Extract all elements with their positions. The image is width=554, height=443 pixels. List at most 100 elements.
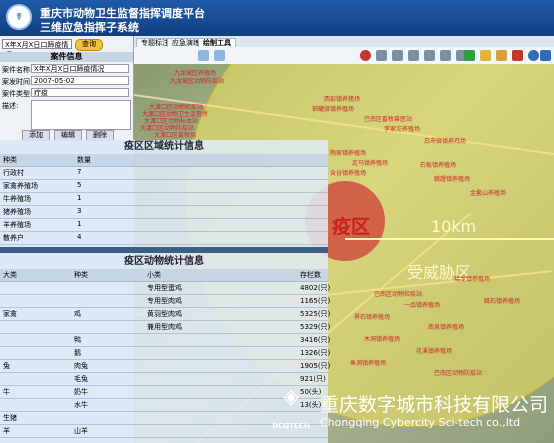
- table-cell: 3416(只): [300, 336, 331, 344]
- map-poi-label[interactable]: 界石镇养殖场: [354, 312, 390, 321]
- map-poi-label[interactable]: 白市驿镇养鸡场: [424, 136, 466, 145]
- section-divider: [0, 247, 328, 253]
- table-cell: 1326(只): [300, 349, 331, 357]
- epidemic-stats-header: 种类 数量: [0, 154, 328, 167]
- case-type-label: 案件类型:: [2, 90, 33, 98]
- add-icon[interactable]: [464, 50, 475, 61]
- table-row: 散养户 4: [0, 232, 328, 245]
- table-cell: 黄羽型肉鸡: [147, 310, 182, 318]
- table-cell: 1: [77, 194, 82, 202]
- table-cell: 4: [77, 233, 82, 241]
- map-poi-label[interactable]: 走马镇养殖场: [352, 158, 388, 167]
- map-poi-label[interactable]: 金鳌山养殖场: [470, 188, 506, 197]
- rectangle-tool-icon[interactable]: [424, 50, 435, 61]
- table-cell: 羊: [3, 427, 10, 435]
- map-poi-label[interactable]: 陶家镇养殖场: [330, 148, 366, 157]
- table-cell: 7: [77, 168, 82, 176]
- table-cell: 山羊: [74, 427, 88, 435]
- column-header: 数量: [77, 156, 91, 164]
- app-subtitle: 三维应急指挥子系统: [40, 21, 139, 34]
- table-row: 牛养殖场 1: [0, 193, 328, 206]
- table-row: 兼用型肉鸡 5329(只): [0, 321, 331, 334]
- map-poi-label[interactable]: 铜罐驿镇养殖场: [312, 104, 354, 113]
- column-header: 小类: [147, 271, 161, 279]
- table-cell: 牛养殖场: [3, 195, 31, 203]
- table-row: 家禽养殖场 5: [0, 180, 328, 193]
- table-cell: 羊养殖场: [3, 221, 31, 229]
- table-row: 猪养殖场 3: [0, 206, 328, 219]
- pan-tool-icon[interactable]: [214, 50, 225, 61]
- table-cell: 鸭: [74, 336, 81, 344]
- case-name-field[interactable]: X年X月X日口蹄疫情况: [31, 64, 129, 73]
- table-cell: 4802(只): [300, 284, 331, 292]
- table-row: 行政村 7: [0, 167, 328, 180]
- drawing-toolbar: [134, 47, 554, 65]
- map-poi-label[interactable]: 石板镇养殖场: [420, 160, 456, 169]
- map-poi-label[interactable]: 鱼洞镇养殖场: [350, 358, 386, 367]
- case-info-panel: X年X月X日口蹄疫情况 查询 案件信息 案件名称: X年X月X日口蹄疫情况 案发…: [0, 36, 134, 141]
- table-cell: 家禽养殖场: [3, 182, 38, 190]
- map-poi-label[interactable]: 接龙镇养殖场: [454, 274, 490, 283]
- map-poi-label[interactable]: 花溪镇养殖场: [416, 346, 452, 355]
- globe-icon[interactable]: [528, 50, 539, 61]
- column-header: 大类: [3, 271, 17, 279]
- company-logo-text: DCQTECH: [272, 422, 310, 430]
- table-row: 专用型肉鸡 1165(只): [0, 295, 331, 308]
- function-tabs: 专题标注 应急演练 绘制工具: [134, 36, 554, 49]
- map-poi-label[interactable]: 跳蹬镇养殖场: [434, 174, 470, 183]
- table-cell: 鹅: [74, 349, 81, 357]
- brush-icon[interactable]: [496, 50, 507, 61]
- case-search-input[interactable]: X年X月X日口蹄疫情况: [2, 39, 72, 59]
- table-cell: 专用型肉鸡: [147, 297, 182, 305]
- map-poi-label[interactable]: 巴南区畜牧兽医站: [364, 114, 412, 123]
- map-poi-label[interactable]: 含谷镇养殖场: [330, 168, 366, 177]
- point-tool-icon[interactable]: [360, 50, 371, 61]
- map-poi-label[interactable]: 李家沱养殖场: [384, 124, 420, 133]
- table-cell: 猪养殖场: [3, 208, 31, 216]
- case-type-select[interactable]: 疔疫: [31, 88, 129, 97]
- circle-tool-icon[interactable]: [408, 50, 419, 61]
- select-tool-icon[interactable]: [198, 50, 209, 61]
- column-header: 种类: [3, 156, 17, 164]
- map-poi-label[interactable]: 九龙坡区动物防疫站: [170, 76, 224, 85]
- case-description-field[interactable]: [31, 100, 131, 130]
- map-poi-label[interactable]: 西彭镇养猪场: [324, 94, 360, 103]
- line-tool-icon[interactable]: [376, 50, 387, 61]
- map-poi-label[interactable]: 一品镇养殖场: [404, 300, 440, 309]
- table-cell: 奶牛: [74, 388, 88, 396]
- case-name-row: 案件名称: X年X月X日口蹄疫情况: [2, 64, 131, 74]
- map-poi-label[interactable]: 巴南区动物防疫站: [434, 368, 482, 377]
- map-poi-label[interactable]: 跳石镇养殖场: [484, 296, 520, 305]
- table-cell: 5: [77, 181, 82, 189]
- table-cell: 1165(只): [300, 297, 331, 305]
- table-row: 鹅 1326(只): [0, 347, 331, 360]
- table-cell: 1: [77, 220, 82, 228]
- animal-stats-header: 大类 种类 小类 存栏数: [0, 269, 328, 282]
- table-cell: 兔: [3, 362, 10, 370]
- map-poi-label[interactable]: 南泉镇养殖场: [428, 322, 464, 331]
- animal-stats-title: 疫区动物统计信息: [124, 256, 204, 267]
- delete-icon[interactable]: [512, 50, 523, 61]
- case-name-label: 案件名称:: [2, 66, 33, 74]
- table-row: 家禽 鸡 黄羽型肉鸡 5325(只): [0, 308, 330, 321]
- table-cell: 散养户: [3, 234, 24, 242]
- polygon-tool-icon[interactable]: [392, 50, 403, 61]
- table-cell: 生猪: [3, 414, 17, 422]
- table-cell: 行政村: [3, 169, 24, 177]
- map-poi-label[interactable]: 木洞镇养殖场: [364, 334, 400, 343]
- edit-icon[interactable]: [480, 50, 491, 61]
- case-desc-label: 描述:: [2, 102, 19, 110]
- company-logo-icon: ◈: [283, 384, 299, 408]
- map-poi-label[interactable]: 巴南区动物检疫站: [374, 289, 422, 298]
- table-cell: 5329(只): [300, 323, 331, 331]
- save-icon[interactable]: [540, 50, 551, 61]
- table-cell: 鸡: [74, 310, 81, 318]
- table-cell: 兼用型肉鸡: [147, 323, 182, 331]
- text-tool-icon[interactable]: [440, 50, 451, 61]
- case-time-field[interactable]: 2007-05-02: [31, 76, 129, 85]
- table-cell: 3: [77, 207, 82, 215]
- search-button[interactable]: 查询: [75, 39, 103, 51]
- table-row: 羊养殖场 1: [0, 219, 328, 232]
- bureau-logo-icon: ☤: [6, 4, 32, 30]
- map-poi-label[interactable]: 大渡口区畜牧局: [154, 130, 196, 139]
